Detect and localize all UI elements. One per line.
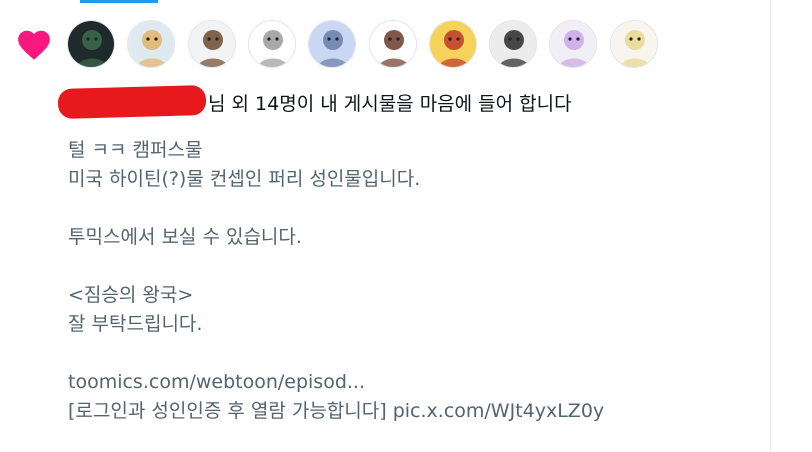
tweet-line: 투믹스에서 보실 수 있습니다.	[68, 226, 302, 248]
tweet-line: 털 ㅋㅋ 캠퍼스물	[68, 139, 203, 161]
blonde-sketch-avatar[interactable]	[609, 20, 658, 68]
tweet-line: <짐승의 왕국>	[68, 284, 194, 306]
column-divider	[770, 0, 771, 452]
dark-creature-avatar[interactable]	[67, 20, 115, 68]
tweet-line: 미국 하이틴(?)물 컨셉인 퍼리 성인물입니다.	[68, 168, 421, 190]
white-hair-girl-avatar[interactable]	[549, 20, 598, 68]
tab-indicator	[80, 0, 158, 3]
doodle-bird-avatar[interactable]	[247, 20, 296, 68]
tweet-link-line: toomics.com/webtoon/episod...	[68, 368, 758, 397]
like-summary-text: 님 외 14명이 내 게시물을 마음에 들어 합니다	[208, 92, 572, 115]
like-summary[interactable]: 님 외 14명이 내 게시물을 마음에 들어 합니다	[57, 84, 572, 120]
toomics-link[interactable]: toomics.com/webtoon/episod...	[68, 371, 365, 393]
dog-suit-avatar[interactable]	[187, 20, 236, 68]
heart-icon	[18, 30, 50, 60]
tweet-text[interactable]: 털 ㅋㅋ 캠퍼스물 미국 하이틴(?)물 컨셉인 퍼리 성인물입니다. 투믹스에…	[68, 136, 758, 426]
dark-hair-girl-avatar[interactable]	[489, 20, 538, 68]
tweet-line: 잘 부탁드립니다.	[68, 313, 203, 335]
tweet-line: [로그인과 성인인증 후 열람 가능합니다] pic.x.com/WJt4yxL…	[68, 397, 758, 426]
notification-item[interactable]: 님 외 14명이 내 게시물을 마음에 들어 합니다 털 ㅋㅋ 캠퍼스물 미국 …	[0, 0, 812, 452]
wolf-mascot-avatar[interactable]	[308, 20, 357, 68]
boxhead-figure-avatar[interactable]	[368, 20, 417, 68]
pic-link[interactable]: pic.x.com/WJt4yxLZ0y	[393, 400, 604, 422]
cat-girl-avatar[interactable]	[127, 20, 176, 68]
redacted-username	[57, 85, 207, 119]
login-notice: [로그인과 성인인증 후 열람 가능합니다]	[68, 400, 393, 422]
fiery-character-avatar[interactable]	[428, 20, 477, 68]
